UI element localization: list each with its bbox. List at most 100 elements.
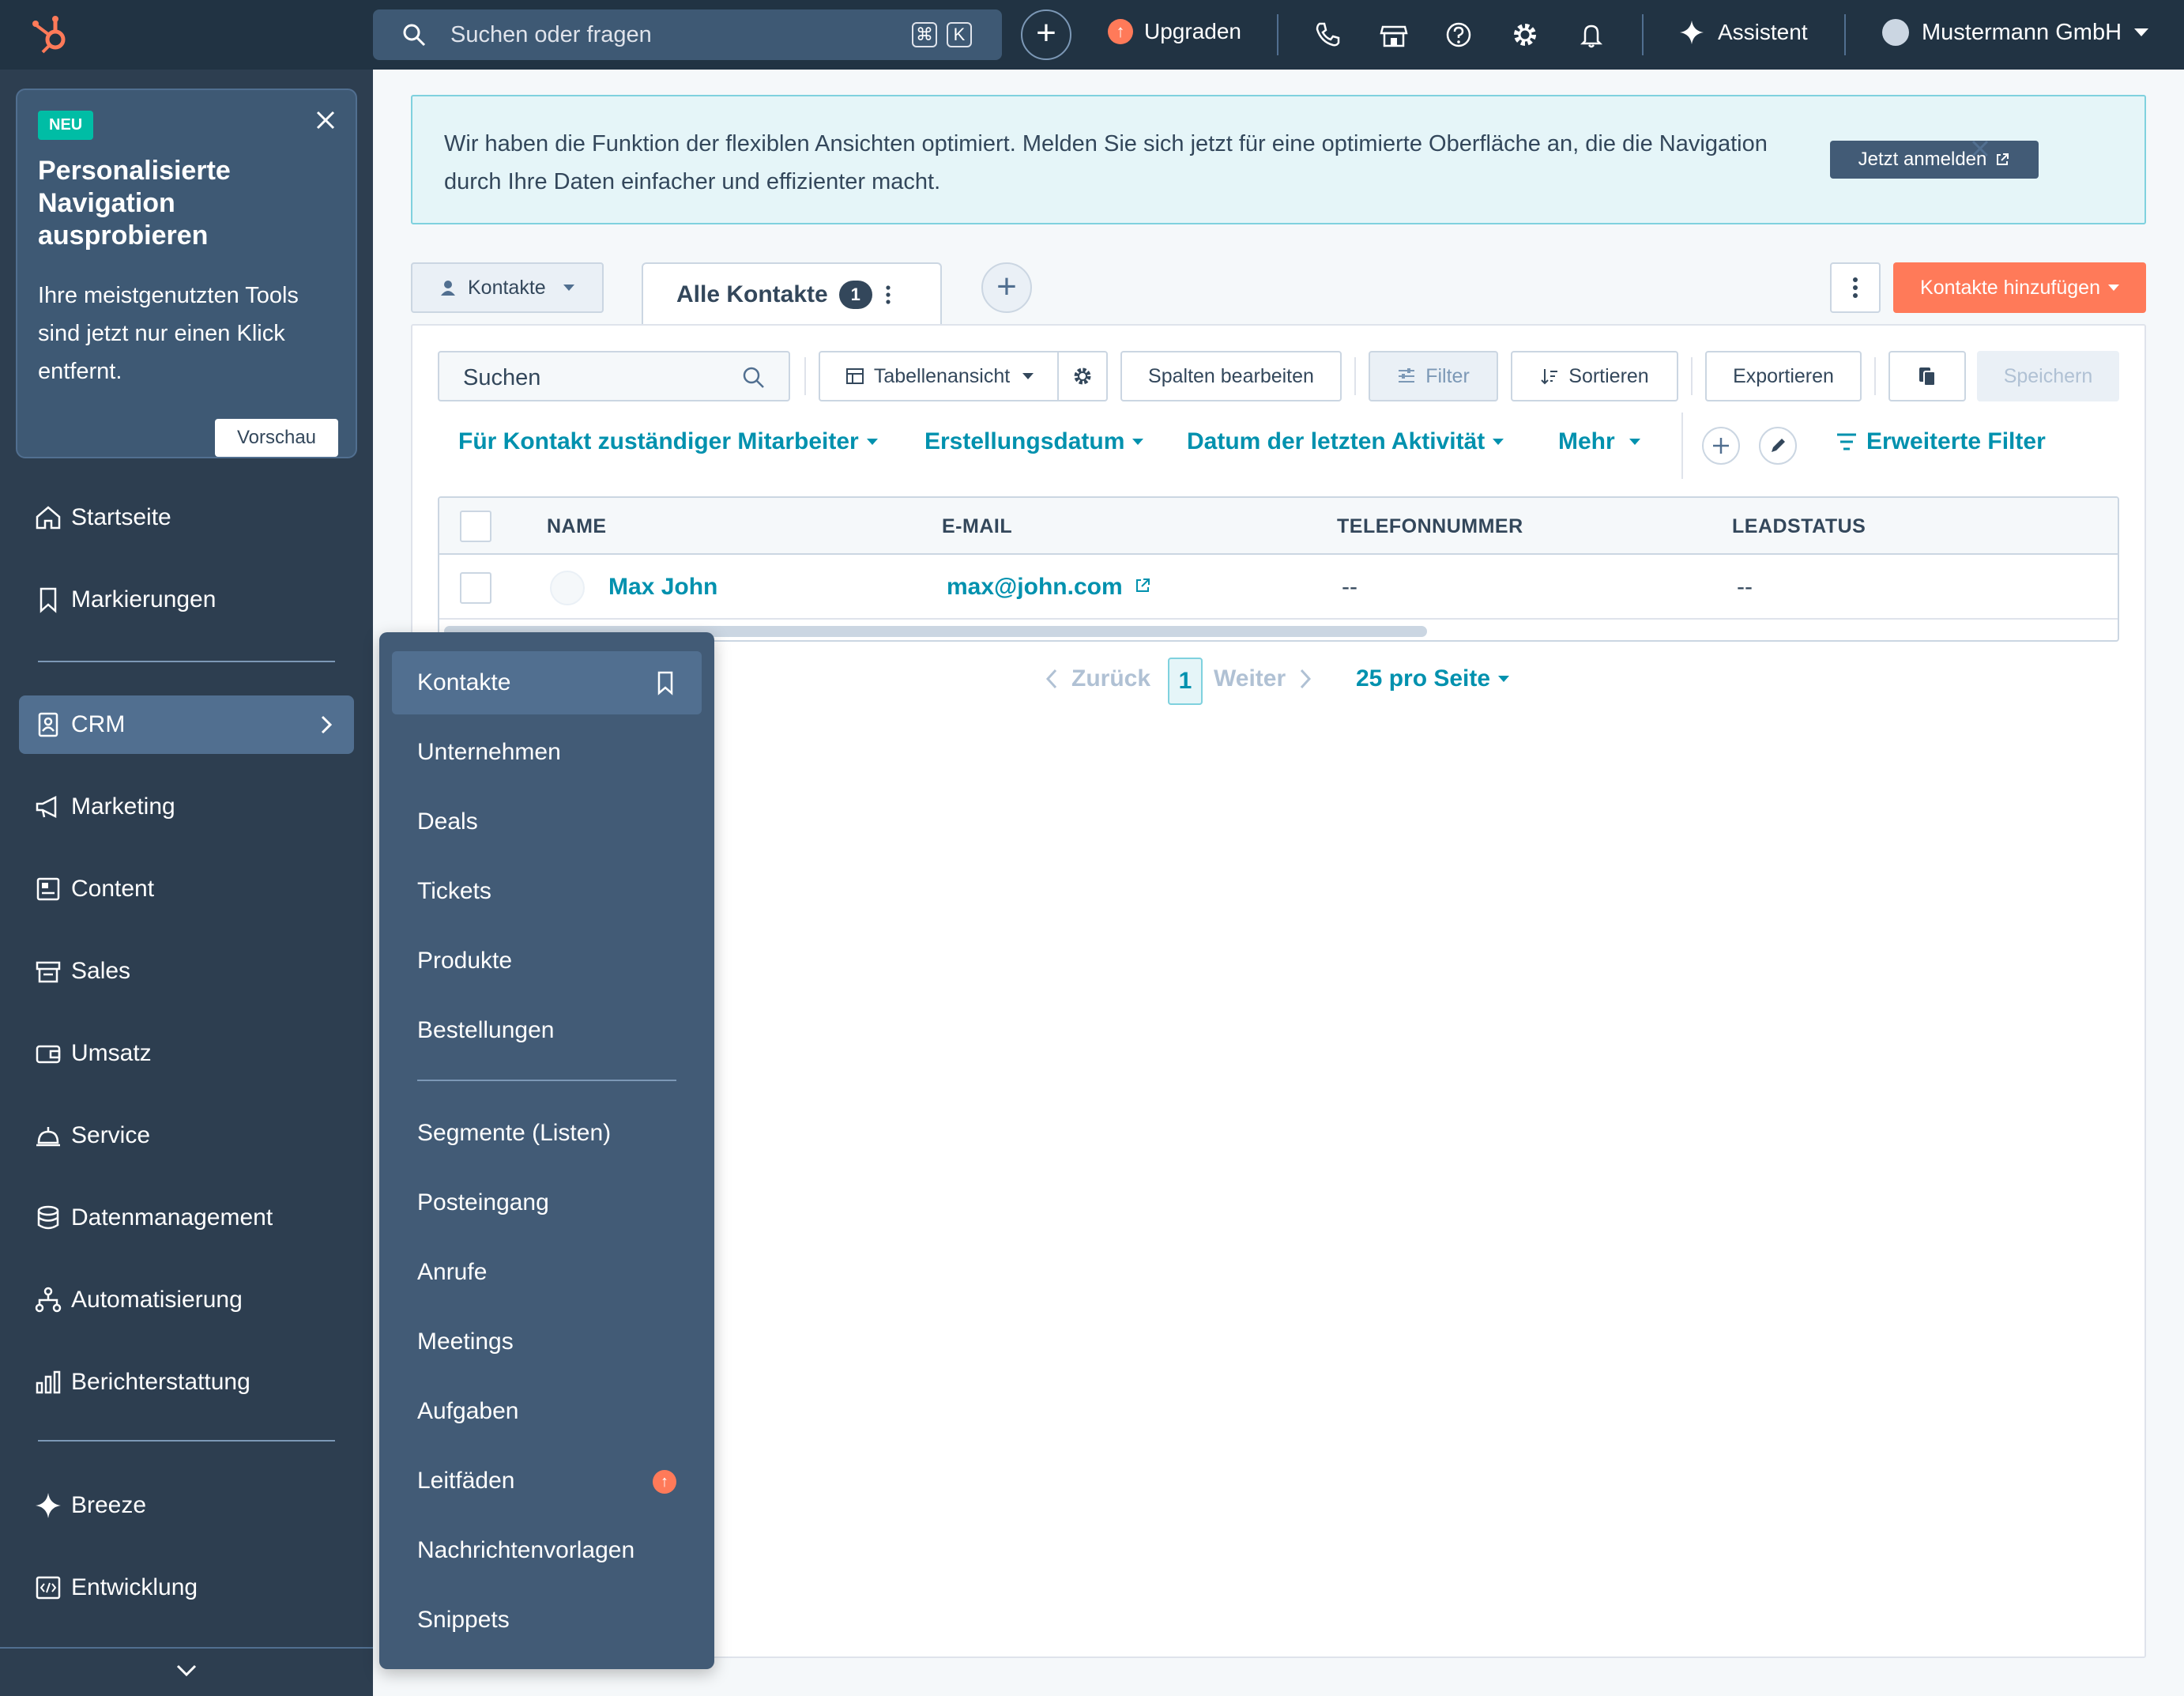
preview-button[interactable]: Vorschau [215,419,338,457]
column-header-phone[interactable]: TELEFONNUMMER [1337,515,1523,538]
account-menu[interactable]: Mustermann GmbH [1882,19,2149,46]
flyout-item-posteingang[interactable]: Posteingang [392,1171,702,1234]
flyout-item-deals[interactable]: Deals [392,790,702,854]
close-icon[interactable] [313,107,338,133]
sparkle-icon [36,1493,61,1518]
last-activity-filter-chip[interactable]: Datum der letzten Aktivität [1187,428,1504,455]
table-search-input[interactable]: Suchen [438,351,790,401]
flyout-item-nachrichtenvorlagen[interactable]: Nachrichtenvorlagen [392,1519,702,1582]
flyout-item-segmente[interactable]: Segmente (Listen) [392,1102,702,1165]
flyout-item-label: Snippets [417,1607,510,1633]
filter-button[interactable]: Filter [1369,351,1498,401]
crm-icon [38,712,58,737]
sidebar-item-markierungen[interactable]: Markierungen [19,571,354,629]
edit-filters-button[interactable] [1759,427,1797,465]
pencil-icon [1772,439,1785,452]
sidebar-item-service[interactable]: Service [19,1106,354,1165]
flyout-item-label: Tickets [417,878,491,904]
flyout-item-leitfaeden[interactable]: Leitfäden ↑ [392,1449,702,1513]
promo-body: Ihre meistgenutzten Tools sind jetzt nur… [38,283,299,384]
contact-name-link[interactable]: Max John [608,574,717,601]
flyout-item-produkte[interactable]: Produkte [392,929,702,993]
object-selector-label: Kontakte [468,276,546,299]
more-actions-button[interactable] [1830,262,1881,313]
flyout-item-label: Anrufe [417,1259,488,1285]
row-checkbox[interactable] [460,572,491,604]
assistant-button[interactable]: Assistent [1678,19,1808,46]
chevron-down-icon [2107,285,2119,291]
sidebar-item-startseite[interactable]: Startseite [19,488,354,547]
more-filters-chip[interactable]: Mehr [1558,428,1640,455]
add-view-button[interactable]: + [981,262,1032,313]
object-selector[interactable]: Kontakte [411,262,604,313]
settings-gear-icon[interactable] [1509,19,1541,51]
tab-alle-kontakte[interactable]: Alle Kontakte 1 [642,262,942,326]
flyout-item-unternehmen[interactable]: Unternehmen [392,721,702,784]
owner-filter-chip[interactable]: Für Kontakt zuständiger Mitarbeiter [458,428,878,455]
search-icon [403,24,426,47]
next-page-button[interactable]: Weiter [1214,665,1314,692]
sort-button[interactable]: Sortieren [1511,351,1678,401]
sidebar-item-datenmanagement[interactable]: Datenmanagement [19,1189,354,1247]
chevron-down-icon[interactable] [174,1658,199,1683]
hubspot-logo-icon[interactable] [28,13,73,57]
sidebar-item-berichterstattung[interactable]: Berichterstattung [19,1353,354,1411]
flyout-divider [417,1080,676,1081]
column-header-name[interactable]: NAME [547,515,607,538]
add-contacts-button[interactable]: Kontakte hinzufügen [1893,262,2146,313]
sidebar-item-crm[interactable]: CRM [19,695,354,754]
bookmark-icon[interactable] [654,670,676,695]
flyout-item-anrufe[interactable]: Anrufe [392,1241,702,1304]
flyout-item-bestellungen[interactable]: Bestellungen [392,999,702,1062]
export-button[interactable]: Exportieren [1705,351,1862,401]
duplicate-view-button[interactable] [1888,351,1966,401]
page-size-selector[interactable]: 25 pro Seite [1356,665,1510,692]
divider [804,357,806,395]
notifications-bell-icon[interactable] [1576,19,1607,51]
select-all-checkbox[interactable] [460,511,491,542]
flyout-item-tickets[interactable]: Tickets [392,860,702,923]
search-icon [743,367,764,388]
sidebar-item-entwicklung[interactable]: Entwicklung [19,1558,354,1617]
current-page-button[interactable]: 1 [1168,658,1203,705]
save-view-button[interactable]: Speichern [1977,351,2119,401]
code-icon [36,1576,61,1600]
table-view-label: Tabellenansicht [873,364,1011,387]
sidebar-item-content[interactable]: Content [19,860,354,918]
marketplace-icon[interactable] [1378,19,1410,51]
help-icon[interactable] [1443,19,1474,51]
table-view-selector[interactable]: Tabellenansicht [819,351,1060,401]
advanced-filters-button[interactable]: Erweiterte Filter [1835,428,2046,455]
more-vertical-icon[interactable] [883,284,893,306]
flyout-item-kontakte[interactable]: Kontakte [392,651,702,714]
sign-up-button[interactable]: Jetzt anmelden [1830,141,2039,179]
close-icon[interactable] [1967,136,1993,161]
sidebar-item-breeze[interactable]: Breeze [19,1476,354,1535]
upgrade-button[interactable]: ↑ Upgraden [1108,19,1241,44]
add-filter-button[interactable] [1702,427,1740,465]
content-icon [36,877,60,901]
sidebar-item-sales[interactable]: Sales [19,942,354,1001]
column-header-lead-status[interactable]: LEADSTATUS [1732,515,1866,538]
view-settings-button[interactable] [1057,351,1108,401]
created-date-filter-chip[interactable]: Erstellungsdatum [924,428,1144,455]
edit-columns-button[interactable]: Spalten bearbeiten [1120,351,1342,401]
banner-text: Wir haben die Funktion der flexiblen Ans… [444,131,1768,194]
flyout-item-aufgaben[interactable]: Aufgaben [392,1380,702,1443]
flyout-item-snippets[interactable]: Snippets [392,1589,702,1652]
sidebar-item-label: Berichterstattung [71,1369,250,1395]
create-button[interactable]: + [1021,9,1071,60]
global-search-input[interactable]: Suchen oder fragen ⌘ K [373,9,1002,60]
column-header-email[interactable]: E-MAIL [942,515,1012,538]
sidebar-item-marketing[interactable]: Marketing [19,778,354,836]
sidebar-item-umsatz[interactable]: Umsatz [19,1024,354,1083]
phone-icon[interactable] [1312,19,1343,51]
sidebar-item-automatisierung[interactable]: Automatisierung [19,1271,354,1329]
contact-email: max@john.com [947,574,1123,600]
flyout-item-meetings[interactable]: Meetings [392,1310,702,1374]
flyout-item-label: Posteingang [417,1189,549,1215]
previous-page-button[interactable]: Zurück [1043,665,1150,692]
contact-email-link[interactable]: max@john.com [947,574,1151,601]
crm-flyout-menu: Kontakte Unternehmen Deals Tickets Produ… [379,632,714,1669]
table-icon [845,368,864,384]
